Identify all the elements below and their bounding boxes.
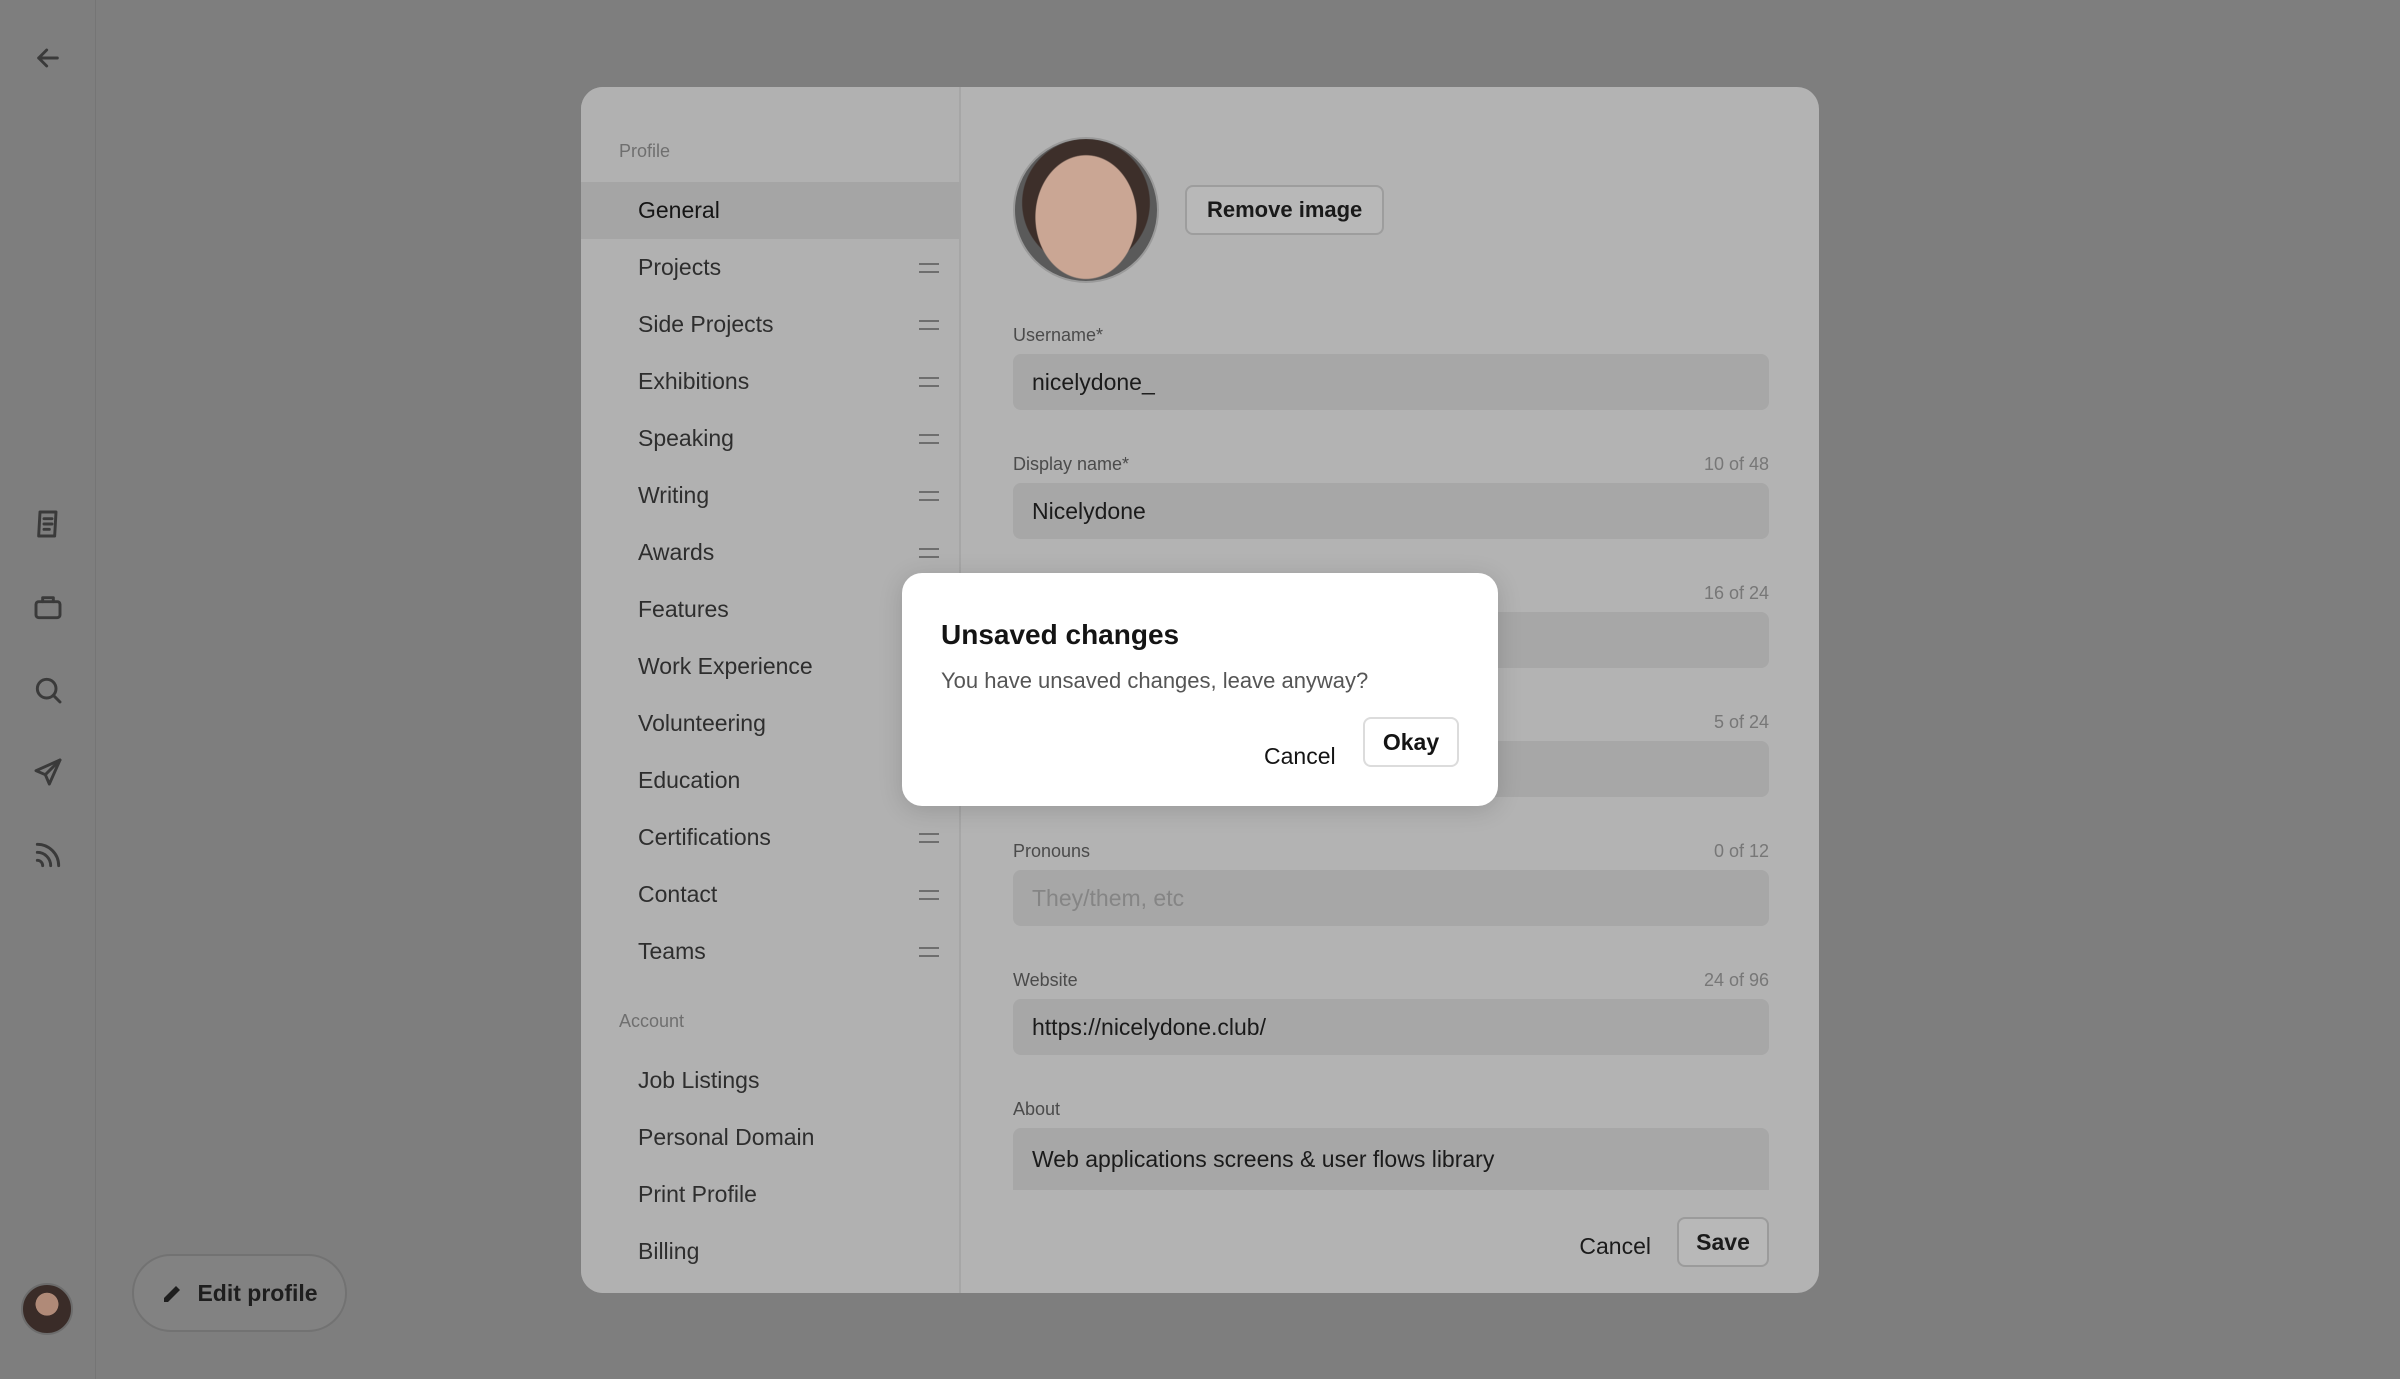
nav-item-label: Writing bbox=[638, 482, 710, 508]
back-arrow-icon[interactable] bbox=[28, 38, 68, 78]
drag-handle-icon[interactable] bbox=[919, 548, 939, 558]
nav-item-general[interactable]: General bbox=[581, 182, 961, 239]
nav-item-projects[interactable]: Projects bbox=[581, 239, 961, 296]
nav-item-contact[interactable]: Contact bbox=[581, 866, 961, 923]
nav-item-certifications[interactable]: Certifications bbox=[581, 809, 961, 866]
website-input[interactable]: https://nicelydone.club/ bbox=[1013, 999, 1769, 1055]
field-counter: 5 of 24 bbox=[1713, 712, 1769, 732]
nav-item-print-profile[interactable]: Print Profile bbox=[581, 1166, 961, 1223]
remove-image-button[interactable]: Remove image bbox=[1185, 185, 1385, 235]
briefcase-icon[interactable] bbox=[28, 587, 68, 627]
drag-handle-icon[interactable] bbox=[919, 434, 939, 444]
pronouns-input[interactable]: They/them, etc bbox=[1013, 870, 1769, 926]
nav-item-billing[interactable]: Billing bbox=[581, 1223, 961, 1280]
nav-item-label: Features bbox=[638, 596, 729, 622]
form-cancel-button[interactable]: Cancel bbox=[1579, 1233, 1651, 1260]
nav-item-label: Awards bbox=[638, 539, 715, 565]
nav-item-label: Exhibitions bbox=[638, 368, 750, 394]
username-input[interactable]: nicelydone_ bbox=[1013, 354, 1769, 410]
website-counter: 24 of 96 bbox=[1703, 970, 1769, 990]
nav-item-label: Personal Domain bbox=[638, 1124, 815, 1150]
field-counter: 16 of 24 bbox=[1703, 583, 1769, 603]
about-label: About bbox=[1013, 1099, 1061, 1119]
nav-item-label: Side Projects bbox=[638, 311, 774, 337]
nav-item-label: Volunteering bbox=[638, 710, 766, 736]
rss-icon[interactable] bbox=[28, 835, 68, 875]
drag-handle-icon[interactable] bbox=[919, 947, 939, 957]
nav-section-profile: Profile bbox=[619, 141, 671, 161]
pronouns-label: Pronouns bbox=[1013, 841, 1091, 861]
nav-item-label: Certifications bbox=[638, 824, 771, 850]
nav-item-personal-domain[interactable]: Personal Domain bbox=[581, 1109, 961, 1166]
edit-profile-button[interactable]: Edit profile bbox=[132, 1254, 347, 1332]
display-name-label: Display name* bbox=[1013, 454, 1130, 474]
nav-item-awards[interactable]: Awards bbox=[581, 524, 961, 581]
nav-item-exhibitions[interactable]: Exhibitions bbox=[581, 353, 961, 410]
nav-item-label: Billing bbox=[638, 1238, 700, 1264]
nav-item-label: Job Listings bbox=[638, 1067, 760, 1093]
nav-item-side-projects[interactable]: Side Projects bbox=[581, 296, 961, 353]
nav-item-label: Work Experience bbox=[638, 653, 813, 679]
pronouns-counter: 0 of 12 bbox=[1713, 841, 1769, 861]
nav-item-label: Projects bbox=[638, 254, 722, 280]
send-icon[interactable] bbox=[28, 752, 68, 792]
nav-item-teams[interactable]: Teams bbox=[581, 923, 961, 980]
nav-section-account: Account bbox=[619, 1011, 685, 1031]
search-icon[interactable] bbox=[28, 670, 68, 710]
nav-item-writing[interactable]: Writing bbox=[581, 467, 961, 524]
drag-handle-icon[interactable] bbox=[919, 263, 939, 273]
nav-item-label: Contact bbox=[638, 881, 718, 907]
dialog-okay-button[interactable]: Okay bbox=[1363, 717, 1459, 767]
username-label: Username* bbox=[1013, 325, 1104, 345]
form-save-button[interactable]: Save bbox=[1677, 1217, 1769, 1267]
nav-item-job-listings[interactable]: Job Listings bbox=[581, 1052, 961, 1109]
nav-item-label: Speaking bbox=[638, 425, 734, 451]
pencil-icon bbox=[164, 1286, 181, 1302]
drag-handle-icon[interactable] bbox=[919, 377, 939, 387]
user-avatar[interactable] bbox=[21, 1283, 73, 1335]
left-rail bbox=[0, 0, 96, 1379]
display-name-counter: 10 of 48 bbox=[1703, 454, 1769, 474]
dialog-cancel-button[interactable]: Cancel bbox=[1264, 731, 1336, 781]
nav-item-speaking[interactable]: Speaking bbox=[581, 410, 961, 467]
nav-item-label: General bbox=[638, 197, 720, 223]
nav-item-label: Education bbox=[638, 767, 741, 793]
drag-handle-icon[interactable] bbox=[919, 320, 939, 330]
dialog-message: You have unsaved changes, leave anyway? bbox=[941, 668, 1369, 693]
dialog-title: Unsaved changes bbox=[941, 619, 1180, 650]
nav-item-label: Print Profile bbox=[638, 1181, 757, 1207]
drag-handle-icon[interactable] bbox=[919, 833, 939, 843]
website-label: Website bbox=[1013, 970, 1078, 990]
display-name-input[interactable]: Nicelydone bbox=[1013, 483, 1769, 539]
drag-handle-icon[interactable] bbox=[919, 491, 939, 501]
unsaved-changes-dialog: Unsaved changes You have unsaved changes… bbox=[902, 573, 1498, 806]
notes-icon[interactable] bbox=[28, 504, 68, 544]
profile-photo bbox=[1013, 137, 1159, 283]
drag-handle-icon[interactable] bbox=[919, 890, 939, 900]
nav-item-label: Teams bbox=[638, 938, 706, 964]
about-textarea[interactable]: Web applications screens & user flows li… bbox=[1013, 1128, 1769, 1190]
edit-profile-label: Edit profile bbox=[197, 1279, 318, 1306]
